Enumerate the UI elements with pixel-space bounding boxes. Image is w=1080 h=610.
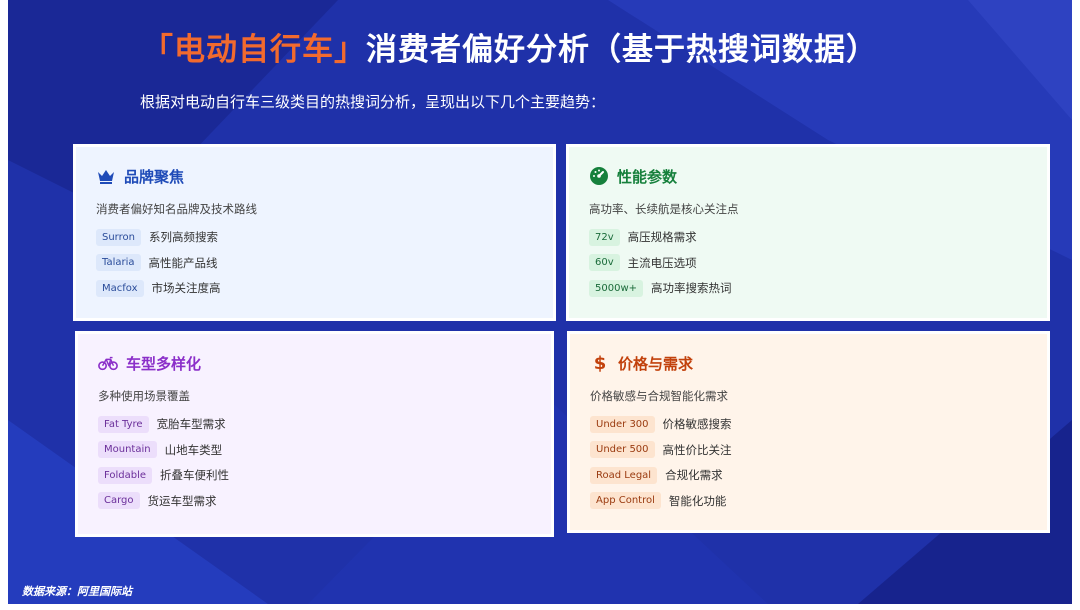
list-item: App Control 智能化功能 bbox=[590, 490, 1027, 512]
list-item: Fat Tyre 宽胎车型需求 bbox=[98, 413, 531, 435]
keyword-tag: Cargo bbox=[98, 492, 140, 509]
title-accent: 「电动自行车」 bbox=[142, 32, 366, 68]
item-text: 市场关注度高 bbox=[151, 281, 221, 295]
list-item: Cargo 货运车型需求 bbox=[98, 490, 531, 512]
list-item: 60v 主流电压选项 bbox=[589, 252, 1027, 274]
item-text: 价格敏感搜索 bbox=[662, 417, 732, 431]
item-text: 合规化需求 bbox=[665, 468, 723, 482]
speedometer-icon bbox=[589, 166, 609, 186]
list-item: Surron 系列高频搜索 bbox=[96, 226, 533, 248]
keyword-tag: 72v bbox=[589, 228, 620, 246]
item-text: 货运车型需求 bbox=[147, 493, 217, 508]
item-text: 高功率搜索热词 bbox=[651, 281, 732, 295]
card-description: 高功率、长续航是核心关注点 bbox=[589, 202, 739, 216]
card-models: 车型多样化 多种使用场景覆盖 Fat Tyre 宽胎车型需求 Mountain 山地… bbox=[75, 331, 554, 537]
list-item: Foldable 折叠车便利性 bbox=[98, 464, 531, 486]
keyword-tag: 60v bbox=[589, 254, 620, 271]
keyword-tag: Mountain bbox=[98, 441, 157, 458]
card-title: 性能参数 bbox=[617, 167, 678, 186]
item-text: 高性价比关注 bbox=[662, 442, 732, 457]
card-price: $ 价格与需求 价格敏感与合规智能化需求 Under 300 价格敏感搜索 Und… bbox=[567, 331, 1050, 533]
card-description: 多种使用场景覆盖 bbox=[98, 389, 190, 403]
title-rest: 消费者偏好分析（基于热搜词数据） bbox=[366, 32, 878, 68]
item-text: 主流电压选项 bbox=[627, 255, 697, 270]
keyword-tag: 5000w+ bbox=[589, 279, 644, 297]
list-item: Macfox 市场关注度高 bbox=[96, 277, 533, 299]
item-text: 折叠车便利性 bbox=[160, 468, 230, 482]
card-brand: 品牌聚焦 消费者偏好知名品牌及技术路线 Surron 系列高频搜索 Talaria… bbox=[73, 144, 556, 321]
keyword-tag: Under 500 bbox=[590, 441, 655, 458]
keyword-tag: Foldable bbox=[98, 466, 153, 484]
keyword-tag: Macfox bbox=[96, 279, 144, 297]
card-description: 消费者偏好知名品牌及技术路线 bbox=[96, 202, 257, 216]
page-title: 「电动自行车」消费者偏好分析（基于热搜词数据） bbox=[142, 24, 878, 69]
item-text: 高性能产品线 bbox=[148, 255, 218, 270]
item-text: 智能化功能 bbox=[668, 493, 727, 508]
card-title: 价格与需求 bbox=[618, 354, 694, 373]
list-item: 72v 高压规格需求 bbox=[589, 226, 1027, 248]
list-item: Road Legal 合规化需求 bbox=[590, 464, 1027, 486]
list-item: Under 300 价格敏感搜索 bbox=[590, 413, 1027, 435]
item-text: 山地车类型 bbox=[164, 442, 223, 457]
keyword-tag: App Control bbox=[590, 492, 661, 509]
list-item: Talaria 高性能产品线 bbox=[96, 252, 533, 274]
card-title: 品牌聚焦 bbox=[124, 167, 185, 186]
card-description: 价格敏感与合规智能化需求 bbox=[590, 389, 728, 403]
keyword-tag: Fat Tyre bbox=[98, 415, 149, 433]
list-item: Under 500 高性价比关注 bbox=[590, 439, 1027, 461]
card-title: 车型多样化 bbox=[126, 354, 202, 373]
keyword-tag: Road Legal bbox=[590, 466, 658, 484]
crown-icon bbox=[96, 166, 116, 186]
list-item: 5000w+ 高功率搜索热词 bbox=[589, 277, 1027, 299]
item-text: 宽胎车型需求 bbox=[156, 417, 226, 431]
data-source: 数据来源：阿里国际站 bbox=[22, 585, 132, 598]
keyword-tag: Surron bbox=[96, 228, 141, 246]
item-text: 系列高频搜索 bbox=[148, 230, 218, 244]
list-item: Mountain 山地车类型 bbox=[98, 439, 531, 461]
item-text: 高压规格需求 bbox=[627, 230, 697, 244]
bicycle-icon bbox=[98, 353, 118, 373]
keyword-tag: Under 300 bbox=[590, 415, 655, 433]
page-subtitle: 根据对电动自行车三级类目的热搜词分析，呈现出以下几个主要趋势： bbox=[140, 93, 606, 111]
slide: 「电动自行车」消费者偏好分析（基于热搜词数据） 根据对电动自行车三级类目的热搜词… bbox=[8, 0, 1072, 604]
card-performance: 性能参数 高功率、长续航是核心关注点 72v 高压规格需求 60v 主流电压选项 5… bbox=[566, 144, 1050, 321]
dollar-icon: $ bbox=[593, 352, 607, 374]
keyword-tag: Talaria bbox=[96, 254, 141, 271]
